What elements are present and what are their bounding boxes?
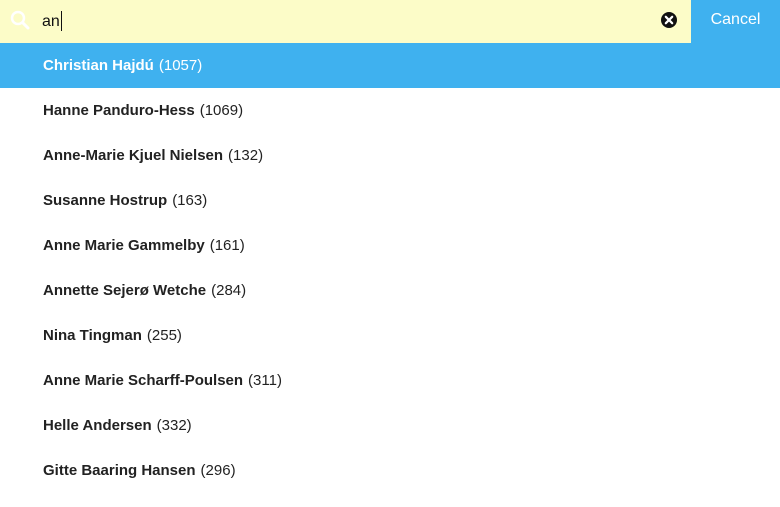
result-id: (1057)	[158, 57, 203, 74]
list-item[interactable]: Anne-Marie Kjuel Nielsen (132)	[0, 133, 780, 178]
result-id: (332)	[156, 417, 192, 434]
result-name: Anne Marie Gammelby	[43, 237, 205, 254]
result-id: (163)	[172, 192, 208, 209]
list-item[interactable]: Anne Marie Gammelby (161)	[0, 223, 780, 268]
results-list: Christian Hajdú (1057) Hanne Panduro-Hes…	[0, 43, 780, 493]
result-name: Helle Andersen	[43, 417, 152, 434]
result-name: Christian Hajdú	[43, 57, 154, 74]
list-item[interactable]: Susanne Hostrup (163)	[0, 178, 780, 223]
list-item[interactable]: Annette Sejerø Wetche (284)	[0, 268, 780, 313]
search-field	[0, 0, 691, 43]
result-id: (132)	[228, 147, 264, 164]
result-id: (1069)	[199, 102, 244, 119]
text-cursor	[61, 11, 62, 31]
result-name: Anne-Marie Kjuel Nielsen	[43, 147, 224, 164]
list-item[interactable]: Hanne Panduro-Hess (1069)	[0, 88, 780, 133]
list-item[interactable]: Nina Tingman (255)	[0, 313, 780, 358]
result-id: (311)	[248, 372, 282, 389]
clear-icon[interactable]	[660, 11, 678, 29]
result-name: Hanne Panduro-Hess	[43, 102, 195, 119]
search-bar: Cancel	[0, 0, 780, 43]
cancel-button[interactable]: Cancel	[691, 0, 780, 43]
list-item[interactable]: Anne Marie Scharff-Poulsen (311)	[0, 358, 780, 403]
result-name: Anne Marie Scharff-Poulsen	[43, 372, 244, 389]
result-id: (284)	[211, 282, 247, 299]
result-name: Annette Sejerø Wetche	[43, 282, 207, 299]
result-id: (161)	[209, 237, 245, 254]
list-item[interactable]: Christian Hajdú (1057)	[0, 43, 780, 88]
list-item[interactable]: Gitte Baaring Hansen (296)	[0, 448, 780, 493]
search-input[interactable]	[42, 0, 642, 43]
result-name: Susanne Hostrup	[43, 192, 168, 209]
result-name: Nina Tingman	[43, 327, 142, 344]
result-id: (255)	[146, 327, 182, 344]
result-name: Gitte Baaring Hansen	[43, 462, 196, 479]
result-id: (296)	[200, 462, 236, 479]
search-icon	[10, 10, 30, 30]
list-item[interactable]: Helle Andersen (332)	[0, 403, 780, 448]
